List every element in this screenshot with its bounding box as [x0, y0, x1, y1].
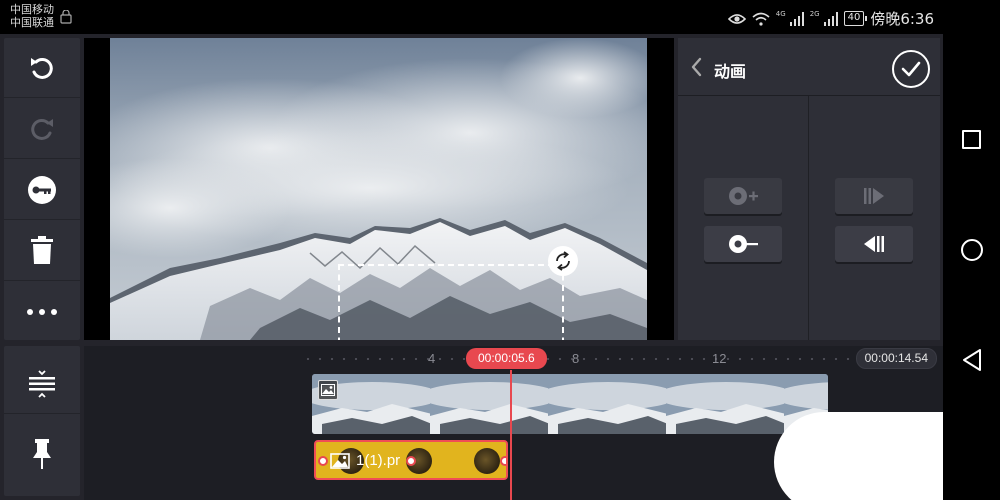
video-preview[interactable] — [84, 38, 674, 340]
clip-frame — [430, 374, 550, 434]
undo-icon — [31, 57, 53, 79]
sim-lock-icon — [60, 10, 72, 24]
ruler-label-8: 8 — [572, 351, 580, 366]
system-navbar — [943, 34, 1000, 500]
eye-icon — [727, 13, 746, 24]
signal-1-icon — [789, 11, 804, 26]
clock: 傍晚6:36 — [870, 10, 934, 28]
left-toolbar — [4, 38, 80, 340]
timeline-toolbar — [4, 346, 80, 496]
rotate-handle[interactable] — [548, 246, 578, 276]
home-icon[interactable] — [961, 239, 983, 261]
editor-app: 动画 4 8 12 1(1).pr 00:00:05.6 00:00:14.54 — [0, 34, 943, 500]
signal-2-icon — [823, 11, 838, 26]
image-clip-icon — [318, 380, 338, 400]
more-icon — [27, 309, 57, 315]
overlay-selection-box[interactable] — [338, 264, 564, 340]
clip-frame — [548, 374, 668, 434]
keyframe-marker[interactable] — [318, 456, 328, 466]
clip-thumbnail — [474, 448, 500, 474]
delete-button[interactable] — [4, 221, 80, 281]
key-icon — [28, 175, 56, 204]
next-keyframe-button[interactable] — [835, 178, 913, 214]
ruler-label-12: 12 — [712, 351, 727, 366]
redo-icon — [31, 118, 53, 140]
keyframe-marker[interactable] — [500, 456, 506, 466]
rotate-icon — [556, 251, 570, 271]
pin-button[interactable] — [4, 424, 80, 484]
clip-frame — [666, 374, 786, 434]
trash-icon — [31, 235, 53, 264]
confirm-button[interactable] — [892, 50, 930, 88]
timeline[interactable]: 4 8 12 1(1).pr 00:00:05.6 00:00:14.54 — [84, 346, 943, 500]
overlay-clip-label: 1(1).pr — [356, 452, 401, 469]
prev-keyframe-icon — [864, 236, 884, 252]
undo-button[interactable] — [4, 38, 80, 98]
signal-1-tag: 4G — [775, 9, 786, 18]
keyframe-marker[interactable] — [406, 456, 416, 466]
redo-button[interactable] — [4, 99, 80, 159]
video-track-clip[interactable] — [312, 374, 828, 434]
ruler-ticks — [302, 358, 938, 360]
overlay-clip[interactable]: 1(1).pr — [314, 440, 508, 480]
wifi-icon — [752, 12, 770, 26]
prev-keyframe-button[interactable] — [835, 226, 913, 262]
playhead-time: 00:00:05.6 — [466, 348, 547, 369]
add-keyframe-icon — [729, 187, 758, 205]
carrier-info: 中国移动 中国联通 — [10, 3, 54, 29]
image-clip-icon — [330, 453, 350, 469]
carrier-1: 中国移动 — [10, 3, 54, 16]
status-right: 4G 2G 40 傍晚6:36 — [727, 8, 934, 29]
check-icon — [901, 61, 921, 77]
remove-keyframe-button[interactable] — [704, 226, 782, 262]
panel-title: 动画 — [714, 62, 747, 81]
ruler-label-4: 4 — [428, 351, 436, 366]
recent-apps-icon[interactable] — [962, 130, 981, 149]
add-keyframe-button[interactable] — [704, 178, 782, 214]
remove-keyframe-icon — [729, 235, 758, 253]
back-triangle-icon[interactable] — [961, 348, 983, 372]
next-keyframe-icon — [864, 188, 884, 204]
battery-icon: 40 — [843, 11, 868, 26]
carrier-2: 中国联通 — [10, 16, 54, 29]
keyframe-button[interactable] — [4, 160, 80, 220]
align-icon — [29, 369, 55, 398]
panel-divider — [808, 96, 809, 340]
pin-icon — [33, 439, 51, 469]
animation-panel: 动画 — [678, 38, 940, 340]
signal-2-tag: 2G — [809, 9, 820, 18]
corner-overlay — [774, 412, 943, 500]
back-chevron-icon[interactable] — [688, 56, 706, 78]
align-button[interactable] — [4, 354, 80, 414]
playhead-line[interactable] — [510, 370, 512, 500]
status-bar: 中国移动 中国联通 4G 2G 40 傍晚6:36 — [0, 0, 1000, 34]
more-button[interactable] — [4, 282, 80, 342]
total-duration: 00:00:14.54 — [855, 348, 937, 369]
panel-header: 动画 — [678, 38, 940, 96]
